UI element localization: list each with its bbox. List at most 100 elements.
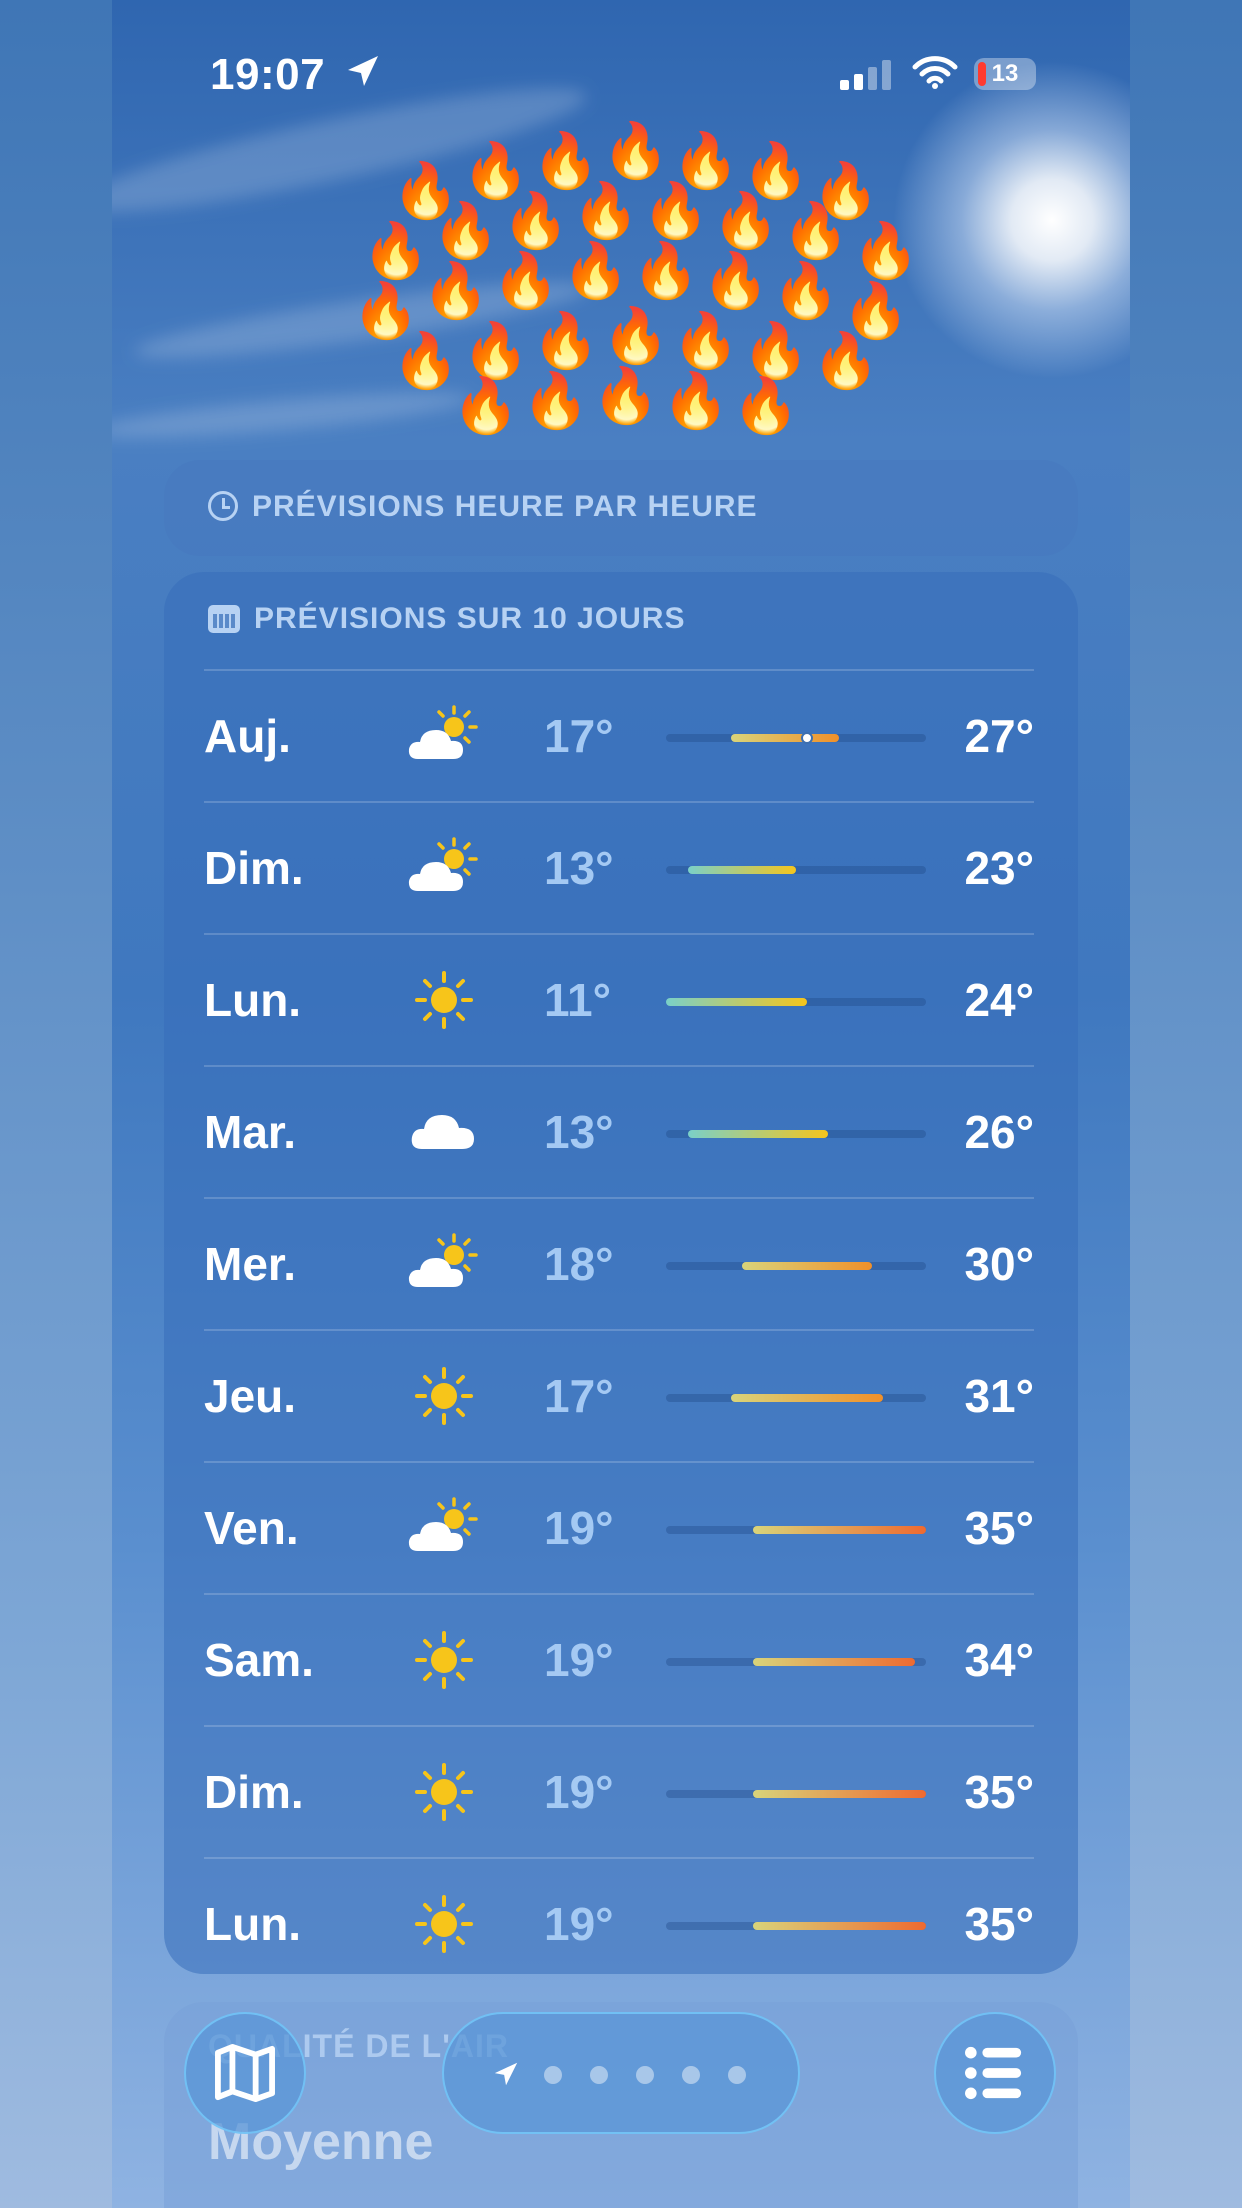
forecast-day: Dim. <box>204 1766 304 1818</box>
temperature-range-fill <box>752 1526 926 1534</box>
forecast-high: 35° <box>964 1766 1034 1818</box>
forecast-high: 23° <box>964 842 1034 894</box>
forecast-row[interactable]: Auj. 17° 27° <box>204 669 1034 801</box>
forecast-low: 13° <box>544 1106 614 1158</box>
page-indicator[interactable] <box>442 2012 800 2134</box>
map-button[interactable] <box>184 2012 306 2134</box>
forecast-day: Dim. <box>204 842 304 894</box>
forecast-low: 11° <box>544 974 612 1026</box>
forecast-day: Ven. <box>204 1502 299 1554</box>
list-icon <box>965 2046 1022 2100</box>
forecast-low: 18° <box>544 1238 614 1290</box>
status-time: 19:07 <box>210 50 326 99</box>
temperature-range-bar <box>666 732 926 744</box>
ten-day-forecast-title: PRÉVISIONS SUR 10 JOURS <box>254 602 686 635</box>
forecast-high: 31° <box>964 1370 1034 1422</box>
forecast-high: 35° <box>964 1898 1034 1950</box>
temperature-range-bar <box>666 1394 926 1402</box>
map-icon <box>215 2043 275 2103</box>
wifi-icon <box>912 56 958 89</box>
temperature-range-bar <box>666 1658 926 1666</box>
forecast-day: Auj. <box>204 710 291 762</box>
temperature-range-fill <box>752 1790 926 1798</box>
hourly-forecast-card[interactable]: PRÉVISIONS HEURE PAR HEURE <box>164 460 1078 556</box>
ten-day-forecast-header: PRÉVISIONS SUR 10 JOURS <box>208 602 685 636</box>
temperature-range-fill <box>687 1130 829 1138</box>
calendar-icon <box>208 605 240 633</box>
fire-icon: 🔥 <box>852 221 920 281</box>
forecast-low: 17° <box>544 1370 614 1422</box>
fire-icon: 🔥 <box>462 321 530 381</box>
location-arrow-icon <box>494 2062 518 2086</box>
forecast-high: 35° <box>964 1502 1034 1554</box>
fire-icon: 🔥 <box>782 201 850 261</box>
temperature-range-bar <box>666 1262 926 1270</box>
fire-icon: 🔥 <box>532 311 600 371</box>
temperature-range-fill <box>666 998 807 1006</box>
fire-icon: 🔥 <box>812 331 880 391</box>
location-arrow-icon <box>348 56 378 86</box>
temperature-range-fill <box>687 866 796 874</box>
fire-icon: 🔥 <box>702 251 770 311</box>
sun-icon <box>404 1361 484 1431</box>
cloud-icon <box>404 1097 484 1167</box>
sun-icon <box>404 1889 484 1959</box>
forecast-low: 19° <box>544 1634 614 1686</box>
temperature-range-bar <box>666 866 926 874</box>
fire-icon: 🔥 <box>642 181 710 241</box>
current-temperature-dot <box>800 732 813 744</box>
fire-icon: 🔥 <box>422 261 490 321</box>
forecast-row[interactable]: Dim. 19° 35° <box>204 1725 1034 1857</box>
forecast-row[interactable]: Sam. 19° 34° <box>204 1593 1034 1725</box>
forecast-day: Jeu. <box>204 1370 297 1422</box>
forecast-list: Auj. 17° 27° Dim. 13° 23° Lun. 11° 24° Mar. 13° 26°… <box>204 669 1034 1989</box>
weather-screen: 19:07 13 🔥 🔥 🔥 🔥 🔥 🔥 🔥 🔥 🔥 🔥 🔥 🔥 🔥 🔥 🔥 🔥 🔥 🔥 🔥 🔥 🔥 🔥 🔥 🔥 🔥 🔥 🔥 🔥 🔥 🔥 🔥… <box>112 0 1130 2208</box>
fire-icon: 🔥 <box>522 371 590 431</box>
temperature-range-fill <box>752 1922 926 1930</box>
fire-icon: 🔥 <box>602 121 670 181</box>
forecast-day: Lun. <box>204 974 302 1026</box>
ten-day-forecast-card[interactable]: PRÉVISIONS SUR 10 JOURS Auj. 17° 27° Dim. 13… <box>164 572 1078 1974</box>
forecast-row[interactable]: Lun. 19° 35° <box>204 1857 1034 1989</box>
fire-icon: 🔥 <box>562 241 630 301</box>
page-dot <box>544 2066 562 2084</box>
clock-icon <box>208 491 238 521</box>
forecast-low: 17° <box>544 710 614 762</box>
forecast-row[interactable]: Lun. 11° 24° <box>204 933 1034 1065</box>
sun-glow <box>892 60 1130 380</box>
sun-icon <box>404 1757 484 1827</box>
forecast-row[interactable]: Jeu. 17° 31° <box>204 1329 1034 1461</box>
forecast-high: 30° <box>964 1238 1034 1290</box>
temperature-range-fill <box>731 1394 883 1402</box>
fire-icon: 🔥 <box>712 191 780 251</box>
background-left <box>0 0 112 2208</box>
forecast-day: Sam. <box>204 1634 314 1686</box>
fire-icon: 🔥 <box>452 376 520 436</box>
fire-emoji-sticker: 🔥 🔥 🔥 🔥 🔥 🔥 🔥 🔥 🔥 🔥 🔥 🔥 🔥 🔥 🔥 🔥 🔥 🔥 🔥 🔥 🔥 🔥 🔥 🔥 🔥 🔥 🔥 🔥 🔥 🔥 🔥 🔥 🔥 🔥 🔥 <box>352 120 919 440</box>
forecast-row[interactable]: Mar. 13° 26° <box>204 1065 1034 1197</box>
partly-sunny-icon <box>404 1493 484 1563</box>
battery-percent: 13 <box>991 60 1019 87</box>
forecast-high: 24° <box>964 974 1034 1026</box>
page-dot <box>590 2066 608 2084</box>
forecast-high: 26° <box>964 1106 1034 1158</box>
list-button[interactable] <box>934 2012 1056 2134</box>
battery-level <box>978 62 986 86</box>
forecast-row[interactable]: Ven. 19° 35° <box>204 1461 1034 1593</box>
temperature-range-fill <box>741 1262 872 1270</box>
fire-icon: 🔥 <box>592 366 660 426</box>
temperature-range-bar <box>666 1922 926 1930</box>
forecast-row[interactable]: Dim. 13° 23° <box>204 801 1034 933</box>
hourly-forecast-header: PRÉVISIONS HEURE PAR HEURE <box>208 490 758 524</box>
fire-icon: 🔥 <box>742 321 810 381</box>
forecast-day: Lun. <box>204 1898 302 1950</box>
forecast-row[interactable]: Mer. 18° 30° <box>204 1197 1034 1329</box>
page-dot <box>636 2066 654 2084</box>
page-dot <box>682 2066 700 2084</box>
forecast-low: 19° <box>544 1766 614 1818</box>
forecast-low: 19° <box>544 1502 614 1554</box>
forecast-high: 34° <box>964 1634 1034 1686</box>
forecast-low: 19° <box>544 1898 614 1950</box>
sun-icon <box>404 965 484 1035</box>
forecast-day: Mar. <box>204 1106 297 1158</box>
